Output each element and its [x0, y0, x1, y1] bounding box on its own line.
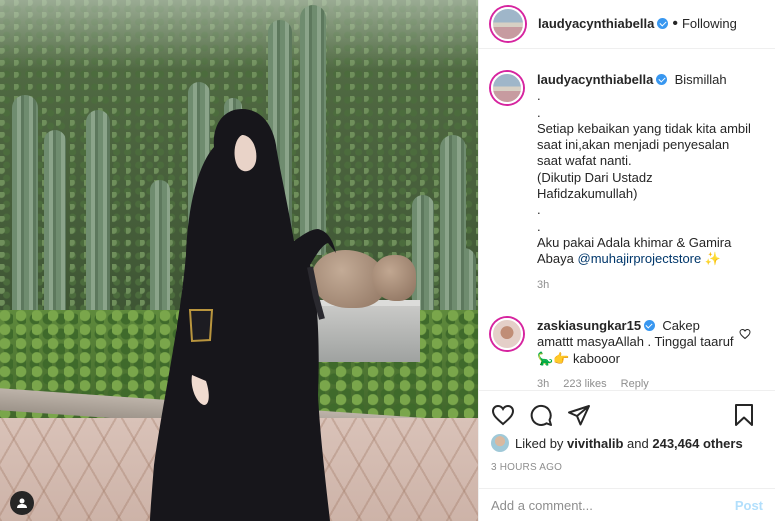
verified-badge-icon [656, 74, 668, 85]
author-username[interactable]: laudyacynthiabella [538, 16, 654, 31]
post-button[interactable]: Post [735, 498, 763, 513]
commenter-avatar[interactable] [491, 317, 523, 350]
verified-badge-icon [657, 18, 669, 29]
pointing-emoji: 👉 [553, 350, 570, 366]
comments-scroll-area[interactable]: laudyacynthiabella Bismillah . . Setiap … [479, 50, 775, 390]
woman-in-black-abaya [150, 109, 336, 521]
caption-line: . [537, 202, 541, 218]
comment-item: zaskiasungkar15 Cakep amattt masyaAllah … [479, 293, 775, 390]
reply-button[interactable]: Reply [621, 376, 649, 390]
heart-icon[interactable] [491, 403, 515, 427]
likes-count[interactable]: 243,464 others [652, 436, 742, 451]
caption-text: laudyacynthiabella Bismillah . . Setiap … [537, 72, 755, 293]
comment-likes[interactable]: 223 likes [563, 376, 606, 390]
caption-line: Bismillah [674, 72, 727, 87]
post-header: laudyacynthiabella • Following [479, 0, 775, 49]
cactus [44, 130, 66, 320]
likes-and: and [627, 435, 649, 451]
caption-author-avatar[interactable] [491, 72, 523, 104]
top-light [0, 0, 478, 70]
caption-line: . [537, 88, 541, 104]
header-text: laudyacynthiabella • Following [538, 15, 737, 33]
dinosaur-emoji: 🦕 [537, 350, 554, 366]
sparkles-emoji: ✨ [704, 251, 722, 267]
commenter-username[interactable]: zaskiasungkar15 [537, 318, 641, 333]
caption-username[interactable]: laudyacynthiabella [537, 72, 653, 87]
comment-meta: 3h 223 likes Reply [537, 376, 737, 390]
cactus [12, 95, 38, 325]
rock [372, 255, 416, 301]
separator-dot: • [672, 15, 678, 32]
mention-link[interactable]: @muhajirprojectstore [578, 251, 702, 266]
caption-line: . [537, 104, 541, 120]
add-comment-bar: Post [479, 488, 775, 521]
caption-time[interactable]: 3h [537, 277, 755, 293]
caption-line: . [537, 218, 541, 234]
following-button[interactable]: Following [682, 16, 737, 31]
post-photo[interactable] [0, 0, 478, 521]
likes-prefix: Liked by [515, 435, 564, 451]
liker-avatar[interactable] [491, 434, 509, 452]
likes-summary: Liked by vivithalib and 243,464 others [491, 434, 763, 452]
caption: laudyacynthiabella Bismillah . . Setiap … [479, 50, 775, 293]
post-actions: Liked by vivithalib and 243,464 others 3… [479, 390, 775, 473]
share-icon[interactable] [567, 403, 591, 427]
post-side-panel: laudyacynthiabella • Following laudyacynth… [478, 0, 775, 521]
liker-username[interactable]: vivithalib [567, 436, 623, 451]
cactus [86, 110, 110, 320]
action-icons [491, 403, 763, 427]
comment-input[interactable] [491, 497, 735, 513]
verified-badge-icon [644, 319, 656, 331]
comment-time[interactable]: 3h [537, 376, 549, 390]
comment-text: zaskiasungkar15 Cakep amattt masyaAllah … [537, 318, 737, 390]
caption-line: Setiap kebaikan yang tidak kita ambil sa… [537, 120, 751, 169]
small-heart-icon[interactable] [739, 327, 751, 345]
author-avatar[interactable] [491, 7, 525, 41]
comment-icon[interactable] [529, 403, 553, 427]
bookmark-icon[interactable] [733, 403, 755, 427]
user-tag-icon[interactable] [10, 491, 34, 515]
caption-line: (Dikutip Dari Ustadz Hafidzakumullah) [537, 169, 653, 202]
comment-body-end: kabooor [573, 350, 620, 366]
post-modal: laudyacynthiabella • Following laudyacynth… [0, 0, 775, 521]
posted-time[interactable]: 3 HOURS AGO [491, 462, 763, 473]
